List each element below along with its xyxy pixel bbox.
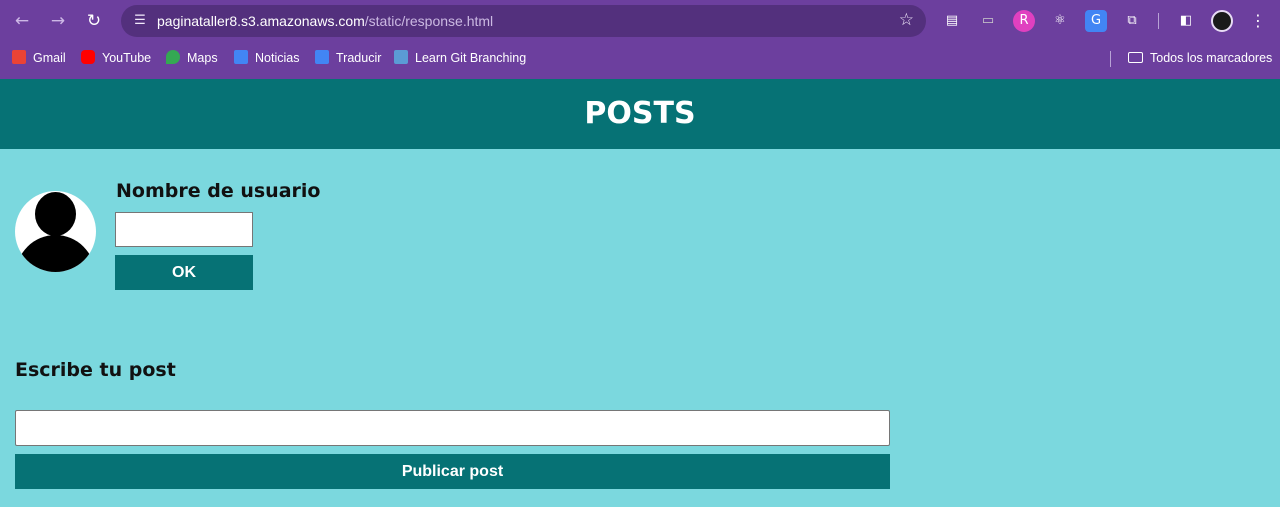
avatar-head	[35, 192, 76, 236]
publish-post-button[interactable]: Publicar post	[15, 454, 890, 489]
bookmark-noticias[interactable]: Noticias	[234, 49, 299, 67]
bookmark-label: Maps	[187, 51, 218, 65]
toolbar-divider	[1158, 13, 1159, 29]
avatar-body	[16, 235, 95, 272]
browser-toolbar: ← → ↻ ☰ paginataller8.s3.amazonaws.com/s…	[0, 0, 1280, 42]
username-input[interactable]	[115, 212, 253, 247]
reload-icon[interactable]: ↻	[81, 8, 107, 34]
bookmark-star-icon[interactable]: ☆	[899, 9, 914, 31]
url-host: paginataller8.s3.amazonaws.com	[157, 13, 365, 29]
folder-icon	[1128, 52, 1143, 63]
bookmark-learn-git[interactable]: Learn Git Branching	[394, 49, 526, 67]
site-settings-icon[interactable]: ☰	[129, 10, 151, 32]
translate-icon	[315, 50, 329, 64]
extensions-puzzle-icon[interactable]: ⧉	[1121, 10, 1143, 32]
url-text[interactable]: paginataller8.s3.amazonaws.com/static/re…	[157, 13, 493, 29]
forward-arrow-icon[interactable]: →	[45, 8, 71, 34]
address-bar[interactable]: ☰ paginataller8.s3.amazonaws.com/static/…	[121, 5, 926, 37]
bookmark-gmail[interactable]: Gmail	[12, 49, 66, 67]
ok-button[interactable]: OK	[115, 255, 253, 290]
bookmark-traducir[interactable]: Traducir	[315, 49, 381, 67]
bookmark-label: Traducir	[336, 51, 382, 65]
maps-icon	[166, 50, 180, 64]
news-icon	[234, 50, 248, 64]
all-bookmarks-folder[interactable]: Todos los marcadores	[1128, 49, 1272, 67]
bookmark-label: Learn Git Branching	[415, 51, 527, 65]
bookmark-label: YouTube	[102, 51, 152, 65]
url-path: /static/response.html	[364, 13, 494, 29]
page-header: POSTS	[0, 79, 1280, 149]
translate-extension-icon[interactable]: G	[1085, 10, 1107, 32]
username-label: Nombre de usuario	[116, 180, 321, 202]
bookmarks-bar: Gmail YouTube Maps Noticias Traducir Lea…	[0, 44, 1280, 72]
page-title: POSTS	[584, 96, 696, 131]
gmail-icon	[12, 50, 26, 64]
bookmarks-divider	[1110, 51, 1111, 67]
git-icon	[394, 50, 408, 64]
browser-chrome: ← → ↻ ☰ paginataller8.s3.amazonaws.com/s…	[0, 0, 1280, 79]
extension-icon[interactable]: R	[1013, 10, 1035, 32]
post-input[interactable]	[15, 410, 890, 446]
back-arrow-icon[interactable]: ←	[9, 8, 35, 34]
user-avatar-icon	[15, 191, 96, 272]
tab-search-icon[interactable]: ▤	[941, 10, 963, 32]
youtube-icon	[81, 50, 95, 64]
react-devtools-icon[interactable]: ⚛	[1049, 10, 1071, 32]
profile-avatar-icon[interactable]	[1211, 10, 1233, 32]
all-bookmarks-label: Todos los marcadores	[1150, 51, 1273, 65]
bookmark-label: Gmail	[33, 51, 66, 65]
post-label: Escribe tu post	[15, 359, 176, 381]
bookmark-maps[interactable]: Maps	[166, 49, 218, 67]
menu-kebab-icon[interactable]: ⋮	[1248, 9, 1268, 33]
extension-icon[interactable]: ▭	[977, 10, 999, 32]
side-panel-icon[interactable]: ◧	[1175, 10, 1197, 32]
bookmark-label: Noticias	[255, 51, 300, 65]
bookmark-youtube[interactable]: YouTube	[81, 49, 151, 67]
